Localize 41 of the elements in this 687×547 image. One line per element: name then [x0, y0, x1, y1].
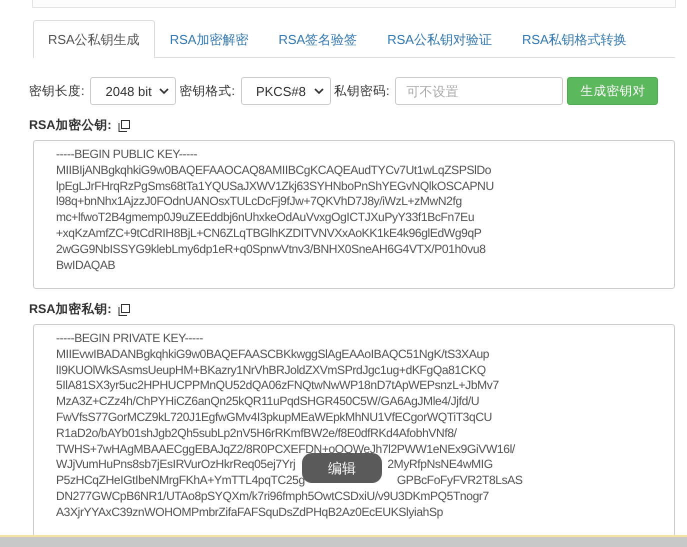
- key-text-line: 2MyRfpNsNE4wMIG: [387, 457, 493, 474]
- key-text-line: R1aD2o/bAYb01shJgb2Qh5subLp2nV5H6rRKmfBW2e/f8E0dfRKd4AfobhVNf8/: [56, 426, 457, 442]
- tab[interactable]: RSA公私钥生成: [33, 20, 155, 58]
- key-text-line: lpEgLJrFHrqRzPgSms68tTa1YQUSaJXWV1Zkj63SYHNboPnShYEGvNQlkOSCAPNU: [56, 178, 494, 194]
- section-label: RSA加密私钥:: [29, 301, 112, 318]
- field-label: 密钥格式:: [179, 82, 235, 100]
- key-text-line: MzA3Z+CZz4h/ChPYHiCZ6anQn25kQR11uPqdSHGR450C5W/GA6AgJMle4/Jjfd/U: [56, 394, 480, 410]
- key-text-line: l98q+bnNhx1AjzzJ0FOdnUANOsxTULcDcFj9fJw+7QKVhD7J8y/iWzL+zMwN2fg: [56, 194, 462, 210]
- key-text-line: +xqKzAmfZC+9tCdRIH8BjL+CN6ZLqTBGlhKZDITVNVXxAoKK1kE4k96glEdWg9qP: [56, 226, 482, 242]
- section-label: RSA加密公钥:: [29, 117, 112, 134]
- generate-button[interactable]: 生成密钥对: [567, 77, 658, 105]
- key-text-line: P5zHCqZHeIGtIbeNMrgFKhA+YmTTL4pqTC25g: [56, 473, 305, 489]
- tab[interactable]: RSA私钥格式转换: [506, 20, 642, 57]
- key-text-line: 2wGG9NbISSYG9klebLmy6dp1eR+q0SpnwVtnv3/BNHX0SneAH6G4VTX/P01h0vu8: [56, 242, 486, 258]
- key-text-line: A3XjrYYAxC39znWOHOMPmbrZifaFAFSquDsZdPHqB2Az0EcEUKSlyiahSp: [56, 504, 443, 521]
- key-text-line: lI9KUOlWkSAsmsUeupHM+BKazry1NrVhBRJoldZXVmSPrdJgc1ug+dKFgQa81CKQ: [56, 362, 486, 378]
- key-text-line: FwVfsS77GorMCZ9kL720J1EgfwGMv4I3pkupMEaWEpkMhNU1VfECgorWQTiT3qCU: [56, 410, 492, 426]
- copy-icon[interactable]: [118, 120, 130, 132]
- horizontal-scrollbar[interactable]: [0, 535, 687, 547]
- tab[interactable]: RSA加密解密: [154, 20, 264, 57]
- chevron-down-icon: [159, 88, 170, 94]
- field-label: 密钥长度:: [29, 82, 84, 100]
- key-text-line: MIIEvwIBADANBgkqhkiG9w0BAQEFAASCBKkwggSlAgEAAoIBAQC51NgK/tS3XAup: [56, 346, 490, 363]
- key-text-line: -----BEGIN PUBLIC KEY-----: [56, 147, 198, 163]
- key-text-line: WJjVumHuPns8sb7jEsIRVurOzHkrReq05ej7Yrj: [56, 457, 296, 474]
- key-text-line: -----BEGIN PRIVATE KEY-----: [56, 331, 203, 347]
- key-text-line: GPBcFoFyFVR2T8LsAS: [396, 473, 523, 489]
- dropdown[interactable]: PKCS#8: [240, 77, 331, 105]
- tab[interactable]: RSA公私钥对验证: [372, 20, 507, 57]
- key-text-line: BwIDAQAB: [56, 258, 116, 274]
- key-text-line: DN277GWCpB6NR1/UTAo8pSYQXm/k7ri96fmph5OwtCSDxiU/v9U3DKmPQ5Tnogr7: [56, 488, 489, 505]
- password-field[interactable]: 可不设置: [395, 77, 564, 105]
- field-label: 私钥密码:: [334, 82, 390, 100]
- key-text-line: mc+lfwoT2B4gmemp0J9uZEEddbj6nUhxkeOdAuVvxgOgICTJXuPyY33f1BcFn7Eu: [56, 210, 474, 226]
- key-text-line: MIIBIjANBgkqhkiG9w0BAQEFAAOCAQ8AMIIBCgKCAQEAudTYCv7Ut1wLqZSPSlDo: [56, 162, 492, 179]
- chevron-down-icon: [314, 88, 324, 94]
- key-text-line: 5IlA81SX3yr5uc2HPHUCPPMnQU52dQA06zFNQtwNwWP18nD7tApWEPsnzL+JbMv7: [56, 378, 499, 394]
- tab[interactable]: RSA签名验签: [263, 20, 372, 57]
- key-textarea[interactable]: [33, 140, 675, 289]
- dropdown[interactable]: 2048 bit: [90, 77, 176, 105]
- copy-icon[interactable]: [118, 304, 130, 316]
